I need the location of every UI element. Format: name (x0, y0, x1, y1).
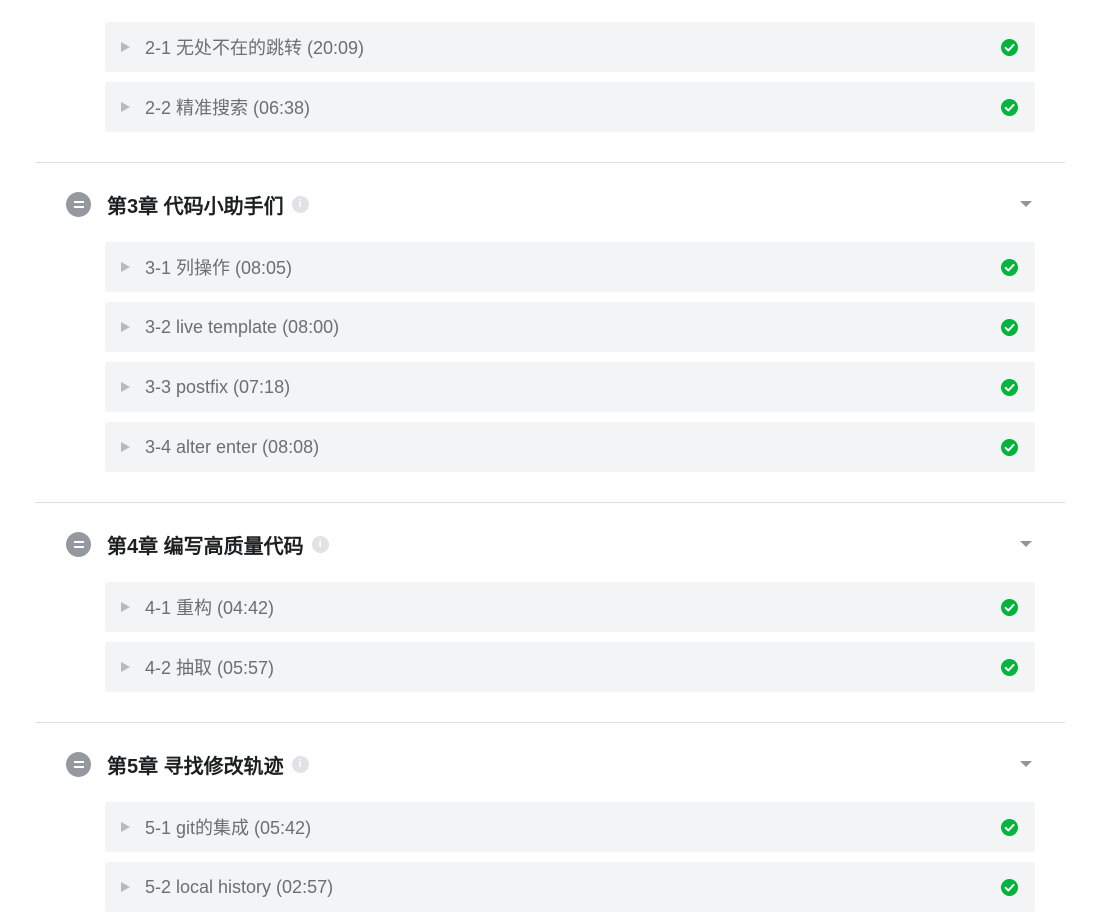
chevron-down-icon[interactable] (1020, 201, 1032, 207)
lesson-title: 5-1 git的集成 (05:42) (145, 818, 312, 838)
lesson-item[interactable]: 2-2 精准搜索 (06:38) (105, 82, 1035, 132)
lesson-title: 4-1 重构 (04:42) (145, 598, 275, 618)
play-icon (121, 262, 130, 272)
lesson-item[interactable]: 3-4 alter enter (08:08) (105, 422, 1035, 472)
chapter-header[interactable]: 第5章 寻找修改轨迹 i (66, 749, 1036, 779)
check-circle-icon (1001, 319, 1018, 336)
info-icon[interactable]: i (291, 755, 309, 773)
chapter-divider (35, 162, 1065, 163)
lesson-title: 3-2 live template (08:00) (145, 316, 340, 337)
chapter-title: 第4章 编写高质量代码 (107, 535, 304, 558)
chapter-header[interactable]: 第4章 编写高质量代码 i (66, 529, 1036, 559)
lesson-item[interactable]: 4-1 重构 (04:42) (105, 582, 1035, 632)
lesson-title: 3-3 postfix (07:18) (145, 376, 291, 397)
check-circle-icon (1001, 259, 1018, 276)
check-circle-icon (1001, 379, 1018, 396)
lesson-item[interactable]: 3-3 postfix (07:18) (105, 362, 1035, 412)
course-chapter-list: 2-1 无处不在的跳转 (20:09) 2-2 精准搜索 (06:38) 第3章… (0, 0, 1109, 913)
lesson-title: 3-4 alter enter (08:08) (145, 436, 320, 457)
lesson-item[interactable]: 4-2 抽取 (05:57) (105, 642, 1035, 692)
chapter-title: 第3章 代码小助手们 (107, 195, 284, 218)
play-icon (121, 882, 130, 892)
check-circle-icon (1001, 99, 1018, 116)
lesson-title: 5-2 local history (02:57) (145, 876, 334, 897)
chapter-badge-icon (66, 531, 91, 557)
chapter-header[interactable]: 第3章 代码小助手们 i (66, 189, 1036, 219)
chapter-divider (35, 502, 1065, 503)
lesson-item[interactable]: 5-2 local history (02:57) (105, 862, 1035, 912)
play-icon (121, 822, 130, 832)
play-icon (121, 42, 130, 52)
play-icon (121, 322, 130, 332)
check-circle-icon (1001, 439, 1018, 456)
check-circle-icon (1001, 39, 1018, 56)
lesson-item[interactable]: 5-1 git的集成 (05:42) (105, 802, 1035, 852)
check-circle-icon (1001, 599, 1018, 616)
info-icon[interactable]: i (311, 535, 329, 553)
lesson-item[interactable]: 2-1 无处不在的跳转 (20:09) (105, 22, 1035, 72)
chapter-divider (35, 722, 1065, 723)
play-icon (121, 662, 130, 672)
lesson-title: 2-2 精准搜索 (06:38) (145, 98, 311, 118)
lesson-title: 4-2 抽取 (05:57) (145, 658, 275, 678)
chapter-badge-icon (66, 751, 91, 777)
info-icon[interactable]: i (291, 195, 309, 213)
lesson-title: 3-1 列操作 (08:05) (145, 258, 293, 278)
chevron-down-icon[interactable] (1020, 761, 1032, 767)
chapter-title: 第5章 寻找修改轨迹 (107, 755, 284, 778)
chapter-badge-icon (66, 191, 91, 217)
play-icon (121, 442, 130, 452)
lesson-item[interactable]: 3-1 列操作 (08:05) (105, 242, 1035, 292)
check-circle-icon (1001, 659, 1018, 676)
check-circle-icon (1001, 879, 1018, 896)
lesson-item[interactable]: 3-2 live template (08:00) (105, 302, 1035, 352)
play-icon (121, 102, 130, 112)
play-icon (121, 382, 130, 392)
lesson-title: 2-1 无处不在的跳转 (20:09) (145, 38, 365, 58)
check-circle-icon (1001, 819, 1018, 836)
chevron-down-icon[interactable] (1020, 541, 1032, 547)
play-icon (121, 602, 130, 612)
